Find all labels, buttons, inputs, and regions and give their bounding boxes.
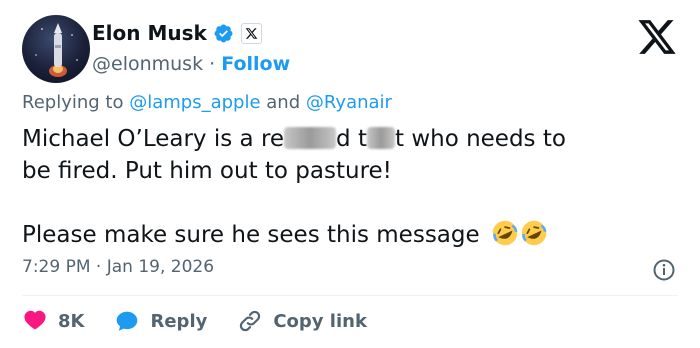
rofl-emoji-icon	[492, 220, 518, 246]
like-count: 8K	[58, 310, 85, 332]
avatar[interactable]	[22, 15, 90, 83]
tweet-text-part: t who needs to	[394, 126, 566, 152]
replying-conjunction: and	[266, 92, 301, 113]
copy-link-button[interactable]: Copy link	[237, 308, 367, 334]
x-logo-icon	[245, 27, 258, 39]
censor-blur	[366, 127, 395, 149]
x-logo-icon[interactable]	[636, 18, 678, 56]
tweet-text-part: be fired. Put him out to pasture!	[22, 158, 392, 184]
tweet-time: 7:29 PM	[22, 257, 91, 277]
tweet-header: Elon Musk @elonmusk · Follow	[92, 18, 290, 78]
author-handle[interactable]: @elonmusk	[92, 53, 203, 75]
tweet-text: Michael O’Leary is a re d t t who needs to…	[22, 123, 682, 251]
censor-blur	[284, 127, 337, 149]
separator: ·	[95, 257, 102, 277]
follow-button[interactable]: Follow	[221, 53, 290, 75]
reply-label: Reply	[150, 310, 208, 332]
separator: ·	[209, 53, 216, 75]
verified-badge-icon	[214, 24, 233, 42]
rocket-image	[35, 23, 78, 77]
tweet-text-part: Michael O’Leary is a re	[22, 126, 285, 152]
like-button[interactable]: 8K	[22, 308, 84, 334]
tweet-date: Jan 19, 2026	[106, 257, 215, 277]
mention-link[interactable]: @lamps_apple	[129, 92, 260, 113]
reply-bubble-icon	[117, 311, 138, 331]
rofl-emoji-icon	[521, 220, 547, 246]
heart-icon	[24, 310, 46, 330]
x-affiliate-badge	[240, 22, 262, 44]
mention-link[interactable]: @Ryanair	[306, 92, 392, 113]
link-icon	[240, 310, 261, 332]
tweet-timestamp[interactable]: 7:29 PM · Jan 19, 2026	[22, 257, 214, 277]
copy-link-label: Copy link	[273, 310, 367, 332]
reply-button[interactable]: Reply	[114, 308, 207, 334]
divider	[22, 295, 678, 296]
author-name[interactable]: Elon Musk	[92, 21, 207, 45]
info-icon[interactable]	[652, 258, 676, 282]
tweet-text-part: Please make sure he sees this message	[22, 222, 480, 248]
replying-to: Replying to @lamps_apple and @Ryanair	[22, 92, 392, 113]
action-bar: 8K Reply Copy link	[22, 306, 397, 336]
tweet-text-part: d t	[336, 126, 367, 152]
replying-prefix: Replying to	[22, 92, 124, 113]
